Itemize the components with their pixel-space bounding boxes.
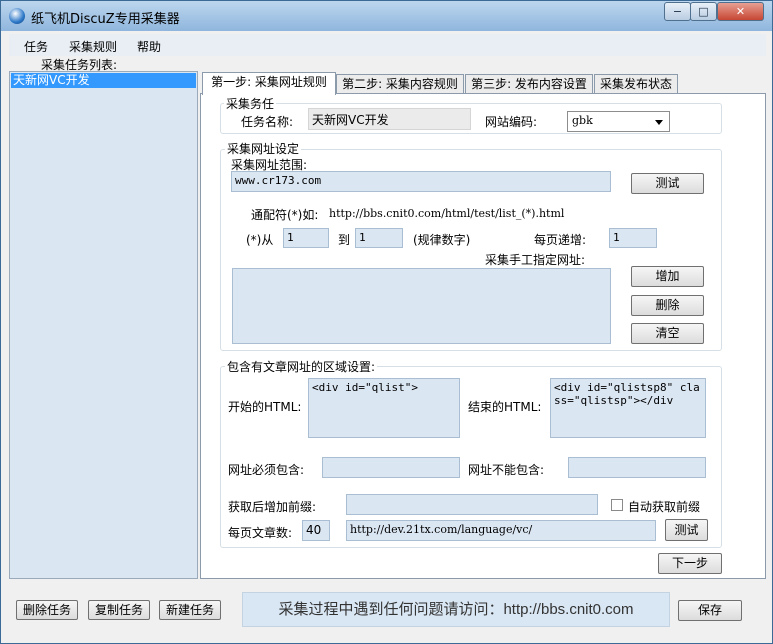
test-url-input[interactable]: http://dev.21tx.com/language/vc/ <box>346 520 656 541</box>
wildcard-example: http://bbs.cnit0.com/html/test/list_(*).… <box>329 207 565 220</box>
tab-step1-url-rules[interactable]: 第一步: 采集网址规则 <box>202 72 336 95</box>
start-html-textarea[interactable]: <div id="qlist"> <box>308 378 460 438</box>
wildcard-label: 通配符(*)如: <box>251 208 319 222</box>
menu-help[interactable]: 帮助 <box>137 38 161 55</box>
region-group-title: 包含有文章网址的区域设置: <box>225 358 378 375</box>
add-url-button[interactable]: 增加 <box>631 266 704 287</box>
menu-collect-rules[interactable]: 采集规则 <box>69 38 117 55</box>
from-input[interactable]: 1 <box>283 228 329 248</box>
task-group-title: 采集务任 <box>224 95 277 112</box>
not-contain-input[interactable] <box>568 457 706 478</box>
title-bar: 纸飞机DiscuZ专用采集器 − □ ✕ <box>1 1 772 31</box>
next-step-button[interactable]: 下一步 <box>658 553 722 574</box>
test-url-button[interactable]: 测试 <box>631 173 704 194</box>
tab-publish-status[interactable]: 采集发布状态 <box>594 74 678 94</box>
to-label-text: 到 <box>338 233 351 247</box>
manual-url-label: 采集手工指定网址: <box>485 253 586 267</box>
from-label: (*)从 <box>246 233 274 247</box>
menu-bar: 任务 采集规则 帮助 <box>9 34 766 56</box>
delete-task-button[interactable]: 删除任务 <box>16 600 78 620</box>
task-name-field: 天新网VC开发 <box>308 108 471 130</box>
start-html-label: 开始的HTML: <box>228 400 302 414</box>
prefix-input[interactable] <box>346 494 598 515</box>
end-html-label: 结束的HTML: <box>468 400 542 414</box>
encoding-label: 网站编码: <box>485 115 538 129</box>
tab-step3-publish-settings[interactable]: 第三步: 发布内容设置 <box>465 74 593 94</box>
status-message: 采集过程中遇到任何问题请访问：http://bbs.cnit0.com <box>242 592 670 627</box>
auto-prefix-label: 自动获取前缀 <box>628 500 701 514</box>
menu-task[interactable]: 任务 <box>24 38 48 55</box>
auto-prefix-checkbox[interactable] <box>611 499 623 511</box>
chevron-down-icon <box>655 120 663 125</box>
rule-hint: (规律数字) <box>413 233 471 247</box>
copy-task-button[interactable]: 复制任务 <box>88 600 150 620</box>
increment-input[interactable]: 1 <box>609 228 657 248</box>
per-page-label: 每页文章数: <box>228 526 293 540</box>
save-button[interactable]: 保存 <box>678 600 742 621</box>
tab-step2-content-rules[interactable]: 第二步: 采集内容规则 <box>336 74 464 94</box>
url-range-input[interactable]: www.cr173.com <box>231 171 611 192</box>
not-contain-label: 网址不能包含: <box>468 463 545 477</box>
close-button[interactable]: ✕ <box>717 2 764 21</box>
task-list[interactable]: 天新网VC开发 <box>9 71 198 579</box>
new-task-button[interactable]: 新建任务 <box>159 600 221 620</box>
increment-label: 每页递增: <box>534 233 587 247</box>
manual-url-textarea[interactable] <box>232 268 611 344</box>
must-contain-input[interactable] <box>322 457 460 478</box>
prefix-label: 获取后增加前缀: <box>228 500 317 514</box>
per-page-input[interactable]: 40 <box>302 520 330 541</box>
task-name-label: 任务名称: <box>241 115 294 129</box>
app-window: 纸飞机DiscuZ专用采集器 − □ ✕ 任务 采集规则 帮助 采集任务列表: … <box>0 0 773 644</box>
must-contain-label: 网址必须包含: <box>228 463 305 477</box>
maximize-button[interactable]: □ <box>690 2 717 21</box>
app-icon <box>9 8 25 24</box>
test-region-button[interactable]: 测试 <box>665 519 708 541</box>
minimize-button[interactable]: − <box>664 2 691 21</box>
clear-url-button[interactable]: 清空 <box>631 323 704 344</box>
delete-url-button[interactable]: 删除 <box>631 295 704 316</box>
encoding-selected-value: gbk <box>572 114 593 127</box>
window-title: 纸飞机DiscuZ专用采集器 <box>31 12 180 27</box>
tab-panel: 采集务任 任务名称: 天新网VC开发 网站编码: gbk 采集网址设定 采集网址… <box>200 93 766 579</box>
task-list-item[interactable]: 天新网VC开发 <box>11 73 196 88</box>
url-group-title: 采集网址设定 <box>225 140 302 157</box>
to-input[interactable]: 1 <box>355 228 403 248</box>
end-html-textarea[interactable]: <div id="qlistsp8" class="qlistsp"></div <box>550 378 706 438</box>
encoding-select[interactable]: gbk <box>567 111 670 132</box>
